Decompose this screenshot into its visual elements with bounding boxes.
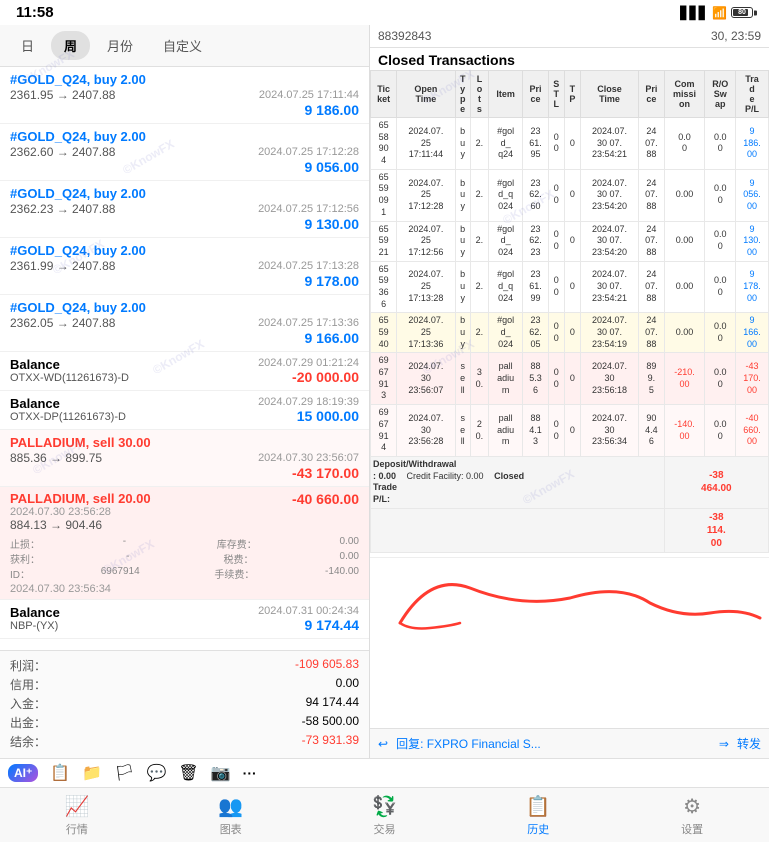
settings-icon: ⚙	[683, 794, 701, 819]
col-pl: TradeP/L	[736, 71, 769, 118]
transactions-table-container[interactable]: Ticket OpenTime Type Lots Item Price STL…	[370, 70, 769, 728]
table-row: 6558904 2024.07.2517:11:44 buy 2. #gold_…	[371, 118, 769, 170]
list-item[interactable]: PALLADIUM, sell 20.00 2024.07.30 23:56:2…	[0, 487, 369, 600]
table-row-extra: -38114.00	[371, 508, 769, 552]
nav-settings[interactable]: ⚙ 设置	[615, 788, 769, 842]
nav-history-label: 历史	[527, 821, 549, 837]
col-swap: R/OSwap	[705, 71, 736, 118]
nav-market[interactable]: 📈 行情	[0, 788, 154, 842]
col-close-price: Price	[639, 71, 665, 118]
reply-text[interactable]: 回复: FXPRO Financial S...	[396, 735, 711, 752]
col-stl: STL	[548, 71, 564, 118]
ai-button[interactable]: AI⁺	[8, 764, 38, 782]
bottom-nav: 📈 行情 👥 图表 💱 交易 📋 历史 ⚙ 设置	[0, 787, 769, 842]
delete-icon[interactable]: 🗑	[178, 763, 198, 783]
chat-icon[interactable]: 💬	[147, 763, 167, 783]
tab-weekly[interactable]: 周	[51, 31, 90, 60]
col-commission: Commission	[664, 71, 705, 118]
forward-icon: ⇒	[719, 737, 729, 751]
list-item[interactable]: #GOLD_Q24, buy 2.00 2361.95 → 2407.88 20…	[0, 67, 369, 124]
signal-icon: ▋▋▋	[680, 6, 708, 20]
market-icon: 📈	[64, 794, 89, 819]
forward-text[interactable]: 转发	[737, 735, 761, 752]
table-row: 655940 2024.07.2517:13:36 buy 2. #gold_0…	[371, 313, 769, 353]
list-item[interactable]: #GOLD_Q24, buy 2.00 2362.05 → 2407.88 20…	[0, 295, 369, 352]
table-row-summary: Deposit/Withdrawal: 0.00 Credit Facility…	[371, 456, 769, 508]
status-icons: ▋▋▋ 📶 80	[680, 6, 753, 20]
col-item: Item	[489, 71, 523, 118]
list-item[interactable]: Balance OTXX-WD(11261673)-D 2024.07.29 0…	[0, 352, 369, 391]
history-icon: 📋	[526, 794, 551, 819]
tab-custom[interactable]: 自定义	[150, 31, 215, 60]
nav-chart[interactable]: 👥 图表	[154, 788, 308, 842]
table-row: 6559091 2024.07.2517:12:28 buy 2. #gold_…	[371, 169, 769, 221]
tab-daily[interactable]: 日	[8, 31, 47, 60]
tab-monthly[interactable]: 月份	[94, 31, 146, 60]
chart-svg	[370, 558, 769, 638]
stats-panel: 利润： -109 605.83 信用： 0.00 入金： 94 174.44 出…	[0, 650, 369, 758]
chart-area	[370, 557, 769, 637]
chart-icon: 👥	[218, 794, 243, 819]
copy-icon[interactable]: 📋	[50, 763, 70, 783]
list-item[interactable]: #GOLD_Q24, buy 2.00 2361.99 → 2407.88 20…	[0, 238, 369, 295]
col-type: Type	[455, 71, 470, 118]
nav-trade-label: 交易	[373, 821, 395, 837]
reply-bar: ↩ 回复: FXPRO Financial S... ⇒ 转发	[370, 728, 769, 758]
status-time: 11:58	[16, 4, 54, 21]
col-open-time: OpenTime	[397, 71, 455, 118]
nav-market-label: 行情	[66, 821, 88, 837]
col-tp: TP	[564, 71, 580, 118]
col-price: Price	[523, 71, 549, 118]
list-item[interactable]: Balance NBP-(YX) 2024.07.31 00:24:34 9 1…	[0, 600, 369, 639]
more-icon[interactable]: ···	[243, 765, 257, 781]
table-row: 655921 2024.07.2517:12:56 buy 2. #gold_0…	[371, 221, 769, 261]
flag-icon[interactable]: 🏳	[114, 763, 134, 783]
table-row: 6967914 2024.07.3023:56:28 sell 20. pall…	[371, 405, 769, 457]
col-ticket: Ticket	[371, 71, 397, 118]
col-close-time: CloseTime	[580, 71, 638, 118]
ai-toolbar: AI⁺ 📋 📁 🏳 💬 🗑 📷 ···	[0, 758, 769, 787]
closed-transactions-title: Closed Transactions	[370, 48, 769, 70]
nav-trade[interactable]: 💱 交易	[308, 788, 462, 842]
transactions-table: Ticket OpenTime Type Lots Item Price STL…	[370, 70, 769, 553]
tab-bar: 日 周 月份 自定义	[0, 25, 369, 67]
col-lots: Lots	[470, 71, 488, 118]
right-panel: 88392843 30, 23:59 Closed Transactions T…	[370, 25, 769, 758]
transaction-list: #GOLD_Q24, buy 2.00 2361.95 → 2407.88 20…	[0, 67, 369, 650]
list-item[interactable]: #GOLD_Q24, buy 2.00 2362.60 → 2407.88 20…	[0, 124, 369, 181]
list-item[interactable]: Balance OTXX-DP(11261673)-D 2024.07.29 1…	[0, 391, 369, 430]
table-row: 6559366 2024.07.2517:13:28 buy 2. #gold_…	[371, 261, 769, 313]
nav-history[interactable]: 📋 历史	[461, 788, 615, 842]
battery-icon: 80	[731, 7, 753, 18]
left-panel: 日 周 月份 自定义 #GOLD_Q24, buy 2.00 2361.95 →…	[0, 25, 370, 758]
folder-icon[interactable]: 📁	[82, 763, 102, 783]
list-item[interactable]: PALLADIUM, sell 30.00 885.36 → 899.75 20…	[0, 430, 369, 487]
camera-icon[interactable]: 📷	[211, 763, 231, 783]
nav-chart-label: 图表	[220, 821, 242, 837]
table-row: 6967913 2024.07.3023:56:07 sell 30. pall…	[371, 353, 769, 405]
wifi-icon: 📶	[712, 6, 727, 20]
list-item[interactable]: #GOLD_Q24, buy 2.00 2362.23 → 2407.88 20…	[0, 181, 369, 238]
right-header: 88392843 30, 23:59	[370, 25, 769, 48]
status-bar: 11:58 ▋▋▋ 📶 80	[0, 0, 769, 25]
nav-settings-label: 设置	[681, 821, 703, 837]
trade-icon: 💱	[372, 794, 397, 819]
reply-icon: ↩	[378, 737, 388, 751]
